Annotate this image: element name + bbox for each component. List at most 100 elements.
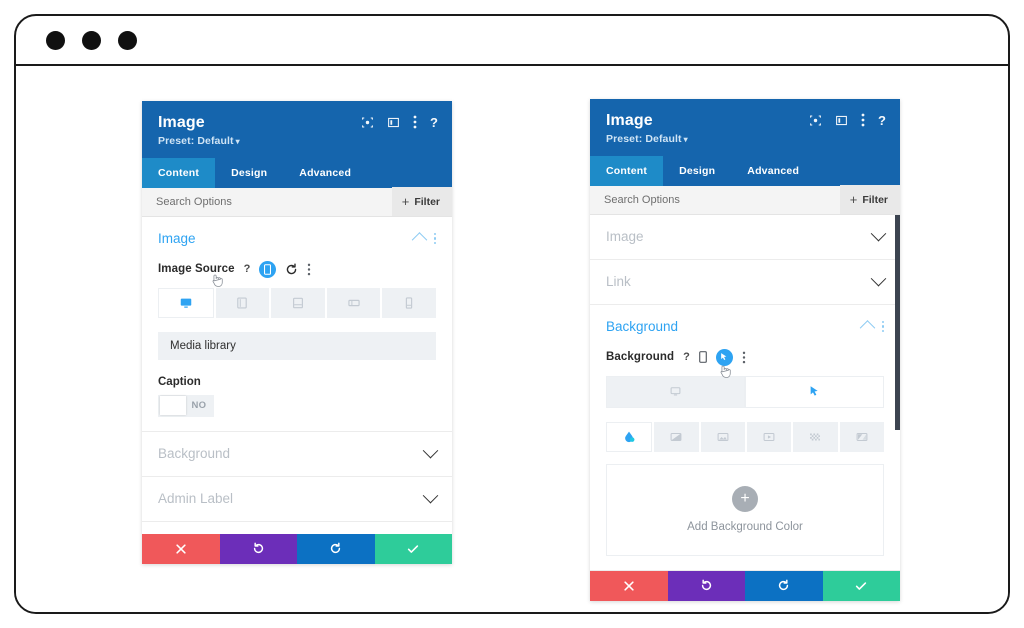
- media-library-select[interactable]: Media library: [158, 331, 436, 360]
- tab-design[interactable]: Design: [215, 158, 283, 188]
- toggle-knob: [159, 396, 186, 416]
- filter-label: Filter: [414, 195, 440, 208]
- browser-titlebar: [16, 16, 1008, 66]
- field-kebab-icon[interactable]: [307, 263, 311, 276]
- plus-icon[interactable]: +: [732, 486, 758, 513]
- background-video-type[interactable]: [746, 421, 792, 452]
- chevron-down-icon[interactable]: [422, 442, 439, 459]
- filter-button[interactable]: + Filter: [839, 185, 900, 215]
- chevron-down-icon[interactable]: [870, 270, 887, 287]
- panel-preset-selector[interactable]: Preset: Default ▾: [606, 133, 884, 145]
- section-background: Background Background ? + Add Background…: [590, 305, 900, 571]
- panel-body: Image Image Source ? Media library Capti…: [142, 216, 452, 534]
- panel-tabs: Content Design Advanced: [590, 155, 900, 186]
- kebab-menu-icon[interactable]: [413, 115, 417, 129]
- device-tablet-portrait[interactable]: [271, 287, 325, 318]
- plus-icon: +: [849, 192, 858, 208]
- section-kebab-icon[interactable]: [881, 320, 884, 333]
- filter-label: Filter: [862, 193, 888, 206]
- search-input[interactable]: Search Options: [156, 196, 232, 208]
- reset-icon[interactable]: [285, 263, 298, 276]
- chevron-up-icon[interactable]: [411, 232, 427, 248]
- cancel-button[interactable]: [590, 570, 668, 601]
- redo-button[interactable]: [745, 570, 823, 601]
- panel-preset-selector[interactable]: Preset: Default ▾: [158, 135, 436, 147]
- section-title: Image: [158, 231, 196, 247]
- tab-advanced[interactable]: Advanced: [283, 158, 367, 188]
- search-input[interactable]: Search Options: [604, 194, 680, 206]
- chevron-down-icon: ▾: [683, 134, 688, 144]
- cancel-button[interactable]: [142, 533, 220, 564]
- undo-button[interactable]: [219, 533, 297, 564]
- panel-body: Image Link Background Background ? + Add…: [590, 214, 900, 571]
- filter-button[interactable]: + Filter: [391, 187, 452, 217]
- help-icon[interactable]: ?: [244, 263, 251, 275]
- layout-panel-icon[interactable]: [387, 116, 400, 129]
- background-gradient-type[interactable]: [654, 421, 699, 452]
- maximize-dot[interactable]: [118, 30, 137, 50]
- section-link-header[interactable]: Link: [606, 260, 887, 304]
- help-icon[interactable]: ?: [878, 114, 886, 127]
- chevron-down-icon[interactable]: [870, 225, 887, 242]
- device-tablet-landscape[interactable]: [215, 287, 270, 318]
- undo-button[interactable]: [667, 570, 745, 601]
- chevron-down-icon[interactable]: [422, 487, 439, 504]
- save-button[interactable]: [374, 533, 452, 564]
- browser-window: Image Preset: Default ▾ ? Content Design…: [14, 14, 1010, 614]
- tab-content[interactable]: Content: [142, 157, 216, 188]
- layout-panel-icon[interactable]: [835, 114, 848, 127]
- background-pattern-type[interactable]: [793, 421, 838, 452]
- mode-hover[interactable]: [745, 375, 884, 408]
- responsive-toggle-icon[interactable]: [698, 351, 707, 363]
- save-button[interactable]: [822, 570, 900, 601]
- section-title: Background: [606, 319, 679, 335]
- tab-design[interactable]: Design: [663, 156, 731, 186]
- caption-toggle[interactable]: NO: [158, 394, 214, 417]
- device-desktop[interactable]: [158, 287, 214, 318]
- help-icon[interactable]: ?: [430, 116, 438, 129]
- panel-header-icons: ?: [361, 115, 438, 129]
- section-admin-label-header[interactable]: Admin Label: [158, 477, 439, 521]
- add-background-color-label: Add Background Color: [687, 521, 803, 534]
- section-image-header[interactable]: Image: [158, 217, 436, 261]
- focus-target-icon[interactable]: [361, 116, 374, 129]
- help-icon[interactable]: ?: [683, 351, 690, 363]
- section-background-header[interactable]: Background: [158, 432, 439, 476]
- mode-desktop[interactable]: [606, 375, 745, 408]
- background-type-selector: [606, 421, 884, 452]
- panel-preset-label: Preset: Default: [606, 132, 682, 145]
- redo-button[interactable]: [297, 533, 375, 564]
- section-kebab-icon[interactable]: [433, 232, 436, 245]
- chevron-down-icon: ▾: [235, 136, 240, 146]
- panel-header: Image Preset: Default ▾ ?: [590, 99, 900, 156]
- close-dot[interactable]: [46, 30, 65, 50]
- add-background-color-dropzone[interactable]: + Add Background Color: [606, 463, 884, 556]
- panel-scrollbar[interactable]: [895, 214, 900, 430]
- caption-label: Caption: [158, 375, 201, 388]
- background-image-type[interactable]: [700, 421, 745, 452]
- background-label: Background: [606, 351, 675, 364]
- section-image: Image Image Source ? Media library Capti…: [142, 217, 452, 432]
- section-image-header[interactable]: Image: [606, 215, 887, 259]
- device-phone-landscape[interactable]: [326, 287, 381, 318]
- minimize-dot[interactable]: [82, 30, 101, 50]
- section-title: Background: [158, 446, 231, 462]
- section-background-header[interactable]: Background: [606, 305, 884, 349]
- responsive-toggle-icon[interactable]: [259, 260, 277, 278]
- section-title: Admin Label: [158, 491, 234, 507]
- tab-content[interactable]: Content: [590, 155, 664, 186]
- background-mode-tabs: [606, 365, 884, 408]
- search-options-row: Search Options + Filter: [142, 187, 452, 217]
- chevron-up-icon[interactable]: [859, 320, 875, 336]
- background-mask-type[interactable]: [839, 421, 884, 452]
- section-image: Image: [590, 215, 900, 260]
- field-kebab-icon[interactable]: [742, 351, 746, 364]
- device-phone-portrait[interactable]: [382, 287, 436, 318]
- browser-viewport: Image Preset: Default ▾ ? Content Design…: [16, 66, 1008, 612]
- image-source-field-row: Image Source ?: [158, 260, 436, 278]
- background-color-type[interactable]: [606, 421, 653, 452]
- mouse-cursor-icon: [212, 274, 223, 287]
- tab-advanced[interactable]: Advanced: [731, 156, 815, 186]
- focus-target-icon[interactable]: [809, 114, 822, 127]
- kebab-menu-icon[interactable]: [861, 113, 865, 127]
